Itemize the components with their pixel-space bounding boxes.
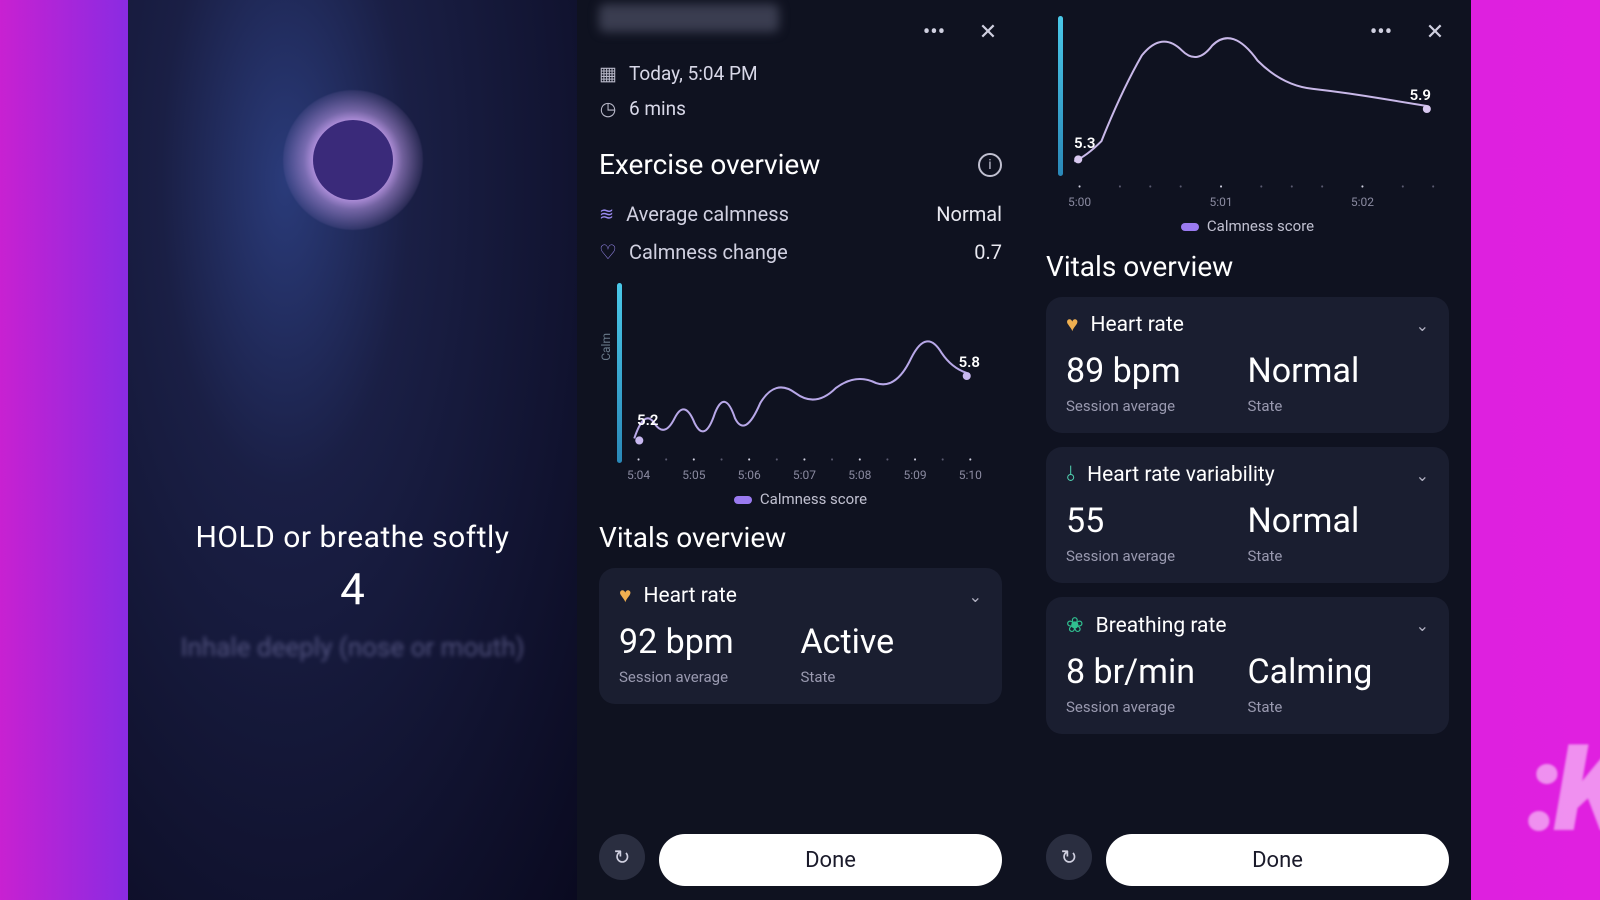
calmness-chart-b: 5.3 5.9 5:00... 5:01... 5:02.. Calmness … [1046, 46, 1449, 246]
y-axis-label: Calm [599, 333, 613, 361]
heart-rate-state: Normal [1248, 351, 1430, 391]
chart-end-label: 5.8 [959, 353, 980, 371]
calmness-change-value: 0.7 [974, 240, 1002, 264]
chart-legend-a: Calmness score [599, 490, 1002, 508]
card-title: Breathing rate [1096, 614, 1227, 638]
calmness-chart-a: Calm 5.2 5.8 5:04. 5:05. 5:06. 5:07. 5:0… [599, 283, 1002, 513]
card-title: Heart rate variability [1087, 463, 1275, 487]
heart-rate-state: Active [801, 622, 983, 662]
session-panel-b: ••• ✕ 5.3 5.9 5:00... 5:01... 5:02.. Cal… [1024, 0, 1471, 900]
session-duration: ◷ 6 mins [599, 97, 1002, 120]
breathing-ring-icon [283, 90, 423, 230]
card-title: Heart rate [643, 584, 736, 608]
more-icon[interactable]: ••• [920, 18, 948, 46]
breathing-rate-card[interactable]: ❀Breathing rate⌄ 8 br/minSession average… [1046, 597, 1449, 734]
info-icon[interactable]: i [978, 153, 1002, 177]
chevron-down-icon[interactable]: ⌄ [1416, 466, 1429, 485]
chart-legend-b: Calmness score [1046, 217, 1449, 235]
y-axis-bar [1058, 16, 1063, 176]
clock-icon: ◷ [599, 97, 617, 120]
heart-rate-card-a[interactable]: ♥ Heart rate ⌄ 92 bpmSession average Act… [599, 568, 1002, 704]
duration-text: 6 mins [629, 97, 686, 120]
chart-end-label: 5.9 [1410, 86, 1431, 104]
instruction-text: HOLD or breathe softly [180, 520, 524, 555]
card-title: Heart rate [1090, 313, 1183, 337]
heart-rate-card-b[interactable]: ♥Heart rate⌄ 89 bpmSession average Norma… [1046, 297, 1449, 433]
heart-icon: ♥ [619, 584, 631, 608]
countdown-number: 4 [180, 563, 524, 615]
hrv-state: Normal [1248, 501, 1430, 541]
breathing-state: Calming [1248, 652, 1430, 692]
timestamp-text: Today, 5:04 PM [629, 62, 758, 85]
next-instruction: Inhale deeply (nose or mouth) [180, 633, 524, 663]
done-button[interactable]: Done [659, 834, 1002, 886]
vitals-heading-a: Vitals overview [599, 521, 1002, 554]
hrv-icon: ⫰ [1066, 463, 1075, 487]
vitals-heading-b: Vitals overview [1046, 250, 1449, 283]
chevron-down-icon[interactable]: ⌄ [1416, 616, 1429, 635]
calendar-icon: ▦ [599, 62, 617, 85]
chevron-down-icon[interactable]: ⌄ [969, 587, 982, 606]
refresh-button[interactable]: ↻ [1046, 834, 1092, 880]
breathing-panel: HOLD or breathe softly 4 Inhale deeply (… [128, 0, 577, 900]
heart-rate-value: 89 bpm [1066, 351, 1248, 391]
breathing-icon: ❀ [1066, 613, 1084, 638]
waves-icon: ≋ [599, 204, 614, 225]
calmness-change-row: ♡Calmness change 0.7 [599, 233, 1002, 271]
heart-icon: ♥ [1066, 313, 1078, 337]
avg-calmness-row: ≋Average calmness Normal [599, 195, 1002, 233]
refresh-button[interactable]: ↻ [599, 834, 645, 880]
chart-start-label: 5.2 [637, 411, 658, 429]
legend-swatch [734, 496, 752, 504]
breathing-instructions: HOLD or breathe softly 4 Inhale deeply (… [180, 520, 524, 663]
session-timestamp: ▦ Today, 5:04 PM [599, 62, 1002, 85]
chart-start-label: 5.3 [1074, 134, 1095, 152]
hrv-value: 55 [1066, 501, 1248, 541]
y-axis-bar [617, 283, 622, 463]
close-icon[interactable]: ✕ [974, 18, 1002, 46]
avg-calmness-value: Normal [936, 202, 1002, 226]
hrv-card[interactable]: ⫰Heart rate variability⌄ 55Session avera… [1046, 447, 1449, 583]
done-button[interactable]: Done [1106, 834, 1449, 886]
legend-swatch [1181, 223, 1199, 231]
session-title-blurred [599, 4, 779, 32]
exercise-overview-heading: Exercise overview i [599, 148, 1002, 181]
session-panel-a: ••• ✕ ▦ Today, 5:04 PM ◷ 6 mins Exercise… [577, 0, 1024, 900]
heart-outline-icon: ♡ [599, 240, 617, 264]
heart-rate-value: 92 bpm [619, 622, 801, 662]
chevron-down-icon[interactable]: ⌄ [1416, 316, 1429, 335]
breathing-value: 8 br/min [1066, 652, 1248, 692]
watermark: :K [1526, 720, 1600, 860]
